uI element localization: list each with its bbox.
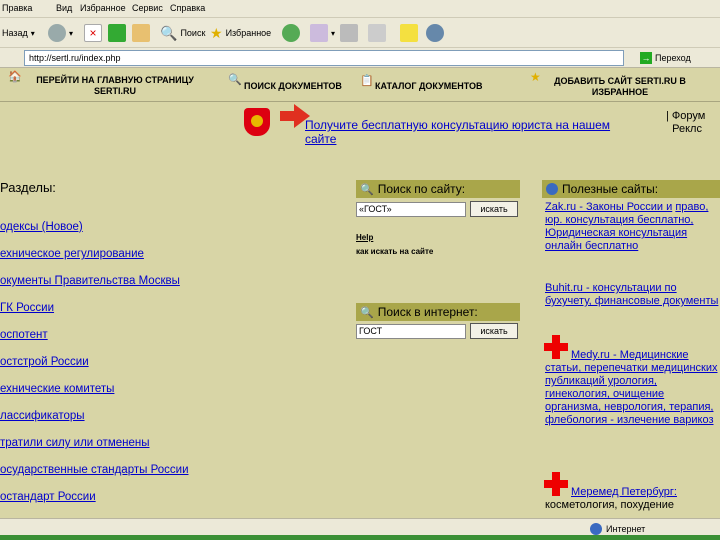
search-icon: 🔍	[160, 24, 178, 41]
refresh-button[interactable]	[108, 22, 126, 44]
menu-edit[interactable]: Правка	[2, 3, 32, 13]
chevron-down-icon: ▾	[331, 28, 336, 38]
menu-tools[interactable]: Сервис	[132, 3, 163, 13]
go-button[interactable]: → Переход	[640, 50, 691, 66]
refresh-icon	[108, 24, 126, 42]
web-search-button[interactable]: искать	[470, 323, 518, 339]
favorites-button[interactable]: ★ Избранное	[210, 22, 271, 44]
section-link[interactable]: тратили силу или отменены	[0, 437, 189, 464]
back-button[interactable]: Назад ▾	[2, 22, 35, 44]
go-label: Переход	[655, 53, 691, 63]
section-link[interactable]: остстрой России	[0, 356, 189, 383]
section-link[interactable]: ехнические комитеты	[0, 383, 189, 410]
menu-view[interactable]: Вид	[56, 3, 72, 13]
search-icon: 🔍	[228, 74, 242, 86]
search-button[interactable]: 🔍 Поиск	[160, 22, 205, 44]
site-search-title: Поиск по сайту:	[377, 182, 466, 196]
sections-title: Разделы:	[0, 180, 56, 195]
useful-site-desc: косметология, похудение	[545, 499, 675, 511]
section-link[interactable]: ехническое регулирование	[0, 248, 189, 275]
section-link[interactable]: окументы Правительства Москвы	[0, 275, 189, 302]
useful-sites-header: Полезные сайты:	[542, 180, 720, 198]
search-icon: 🔍	[360, 306, 374, 319]
back-label: Назад	[2, 28, 28, 38]
help-text: как искать на сайте	[356, 247, 434, 256]
chevron-down-icon: ▾	[30, 28, 35, 38]
useful-item: Medy.ru - Медицинские статьи, перепечатк…	[545, 349, 720, 427]
help-link[interactable]: Help	[356, 233, 373, 242]
site-search-input[interactable]: «ГОСТ»	[356, 202, 466, 217]
web-search-title: Поиск в интернет:	[377, 305, 478, 319]
security-zone: Интернет	[590, 523, 645, 535]
edit-button[interactable]	[368, 22, 386, 44]
home-button[interactable]	[132, 22, 150, 44]
nav-add-favorites-link[interactable]: ДОБАВИТЬ САЙТ SERTI.RU В ИЗБРАННОЕ	[540, 76, 700, 98]
messenger-icon	[426, 24, 444, 42]
useful-item: Меремед Петербург: косметология, похуден…	[545, 486, 720, 512]
address-bar: http://sertl.ru/index.php → Переход	[0, 48, 720, 68]
useful-item: Buhit.ru - консультации по бухучету, фин…	[545, 282, 720, 308]
mail-icon	[310, 24, 328, 42]
section-link[interactable]: остандарт России	[0, 491, 189, 518]
media-button[interactable]	[282, 22, 300, 44]
russia-emblem-icon	[244, 108, 270, 136]
useful-site-link[interactable]: Меремед Петербург:	[571, 486, 677, 498]
globe-icon	[590, 523, 602, 535]
section-link[interactable]: одексы (Новое)	[0, 221, 189, 248]
section-link[interactable]: лассификаторы	[0, 410, 189, 437]
web-search-input[interactable]: ГОСТ	[356, 324, 466, 339]
zone-label: Интернет	[606, 524, 646, 534]
forward-button[interactable]: ▾	[48, 22, 73, 44]
nav-home-link[interactable]: ПЕРЕЙТИ НА ГЛАВНУЮ СТРАНИЦУ SERTI.RU	[20, 75, 210, 97]
section-link[interactable]: ГК России	[0, 302, 189, 329]
search-label: Поиск	[180, 28, 206, 38]
sections-list: одексы (Новое) ехническое регулирование …	[0, 221, 189, 518]
messenger-button[interactable]	[426, 22, 444, 44]
stop-button[interactable]: ×	[84, 22, 102, 44]
stop-icon: ×	[84, 24, 102, 42]
useful-site-desc[interactable]: статьи, перепечатки медицинских публикац…	[545, 362, 717, 426]
edit-icon	[368, 24, 386, 42]
menu-favorites[interactable]: Избранное	[80, 3, 126, 13]
site-search-button[interactable]: искать	[470, 201, 518, 217]
useful-site-link[interactable]: Zak.ru - Законы России и	[545, 201, 672, 213]
favorites-label: Избранное	[225, 28, 272, 38]
catalog-icon: 📋	[360, 75, 374, 87]
useful-site-link[interactable]: Buhit.ru - консультации по	[545, 282, 677, 294]
consultation-link[interactable]: Получите бесплатную консультацию юриста …	[305, 118, 635, 146]
printer-icon	[340, 24, 358, 42]
forum-link[interactable]: | Форум Реклс	[666, 110, 720, 136]
print-button[interactable]	[340, 22, 358, 44]
site-search-header: 🔍 Поиск по сайту:	[356, 180, 520, 198]
useful-item: Zak.ru - Законы России и право, юр. конс…	[545, 201, 720, 253]
nav-search-docs-link[interactable]: ПОИСК ДОКУМЕНТОВ	[244, 81, 342, 92]
section-link[interactable]: осударственные стандарты России	[0, 464, 189, 491]
useful-sites-title: Полезные сайты:	[562, 182, 659, 196]
media-icon	[282, 24, 300, 42]
useful-site-link[interactable]: Medy.ru - Медицинские	[571, 349, 689, 361]
search-icon: 🔍	[360, 183, 374, 196]
nav-catalog-link[interactable]: КАТАЛОГ ДОКУМЕНТОВ	[375, 81, 483, 92]
site-nav: 🏠 ПЕРЕЙТИ НА ГЛАВНУЮ СТРАНИЦУ SERTI.RU 🔍…	[0, 68, 720, 102]
web-search-header: 🔍 Поиск в интернет:	[356, 303, 520, 321]
useful-site-desc[interactable]: бухучету, финансовые документы	[545, 295, 718, 307]
browser-menubar: Правка Вид Избранное Сервис Справка	[0, 0, 720, 18]
taskbar	[0, 535, 720, 540]
notes-button[interactable]	[400, 22, 418, 44]
globe-icon	[546, 183, 558, 195]
section-link[interactable]: оспотент	[0, 329, 189, 356]
address-input[interactable]: http://sertl.ru/index.php	[24, 50, 624, 66]
star-icon: ★	[210, 24, 223, 41]
note-icon	[400, 24, 418, 42]
browser-toolbar: Назад ▾ ▾ × 🔍 Поиск ★ Избранное ▾	[0, 18, 720, 48]
home-icon	[132, 24, 150, 42]
chevron-down-icon: ▾	[69, 28, 74, 38]
menu-help[interactable]: Справка	[170, 3, 205, 13]
mail-button[interactable]: ▾	[310, 22, 335, 44]
forward-icon	[48, 24, 66, 42]
go-arrow-icon: →	[640, 52, 652, 64]
